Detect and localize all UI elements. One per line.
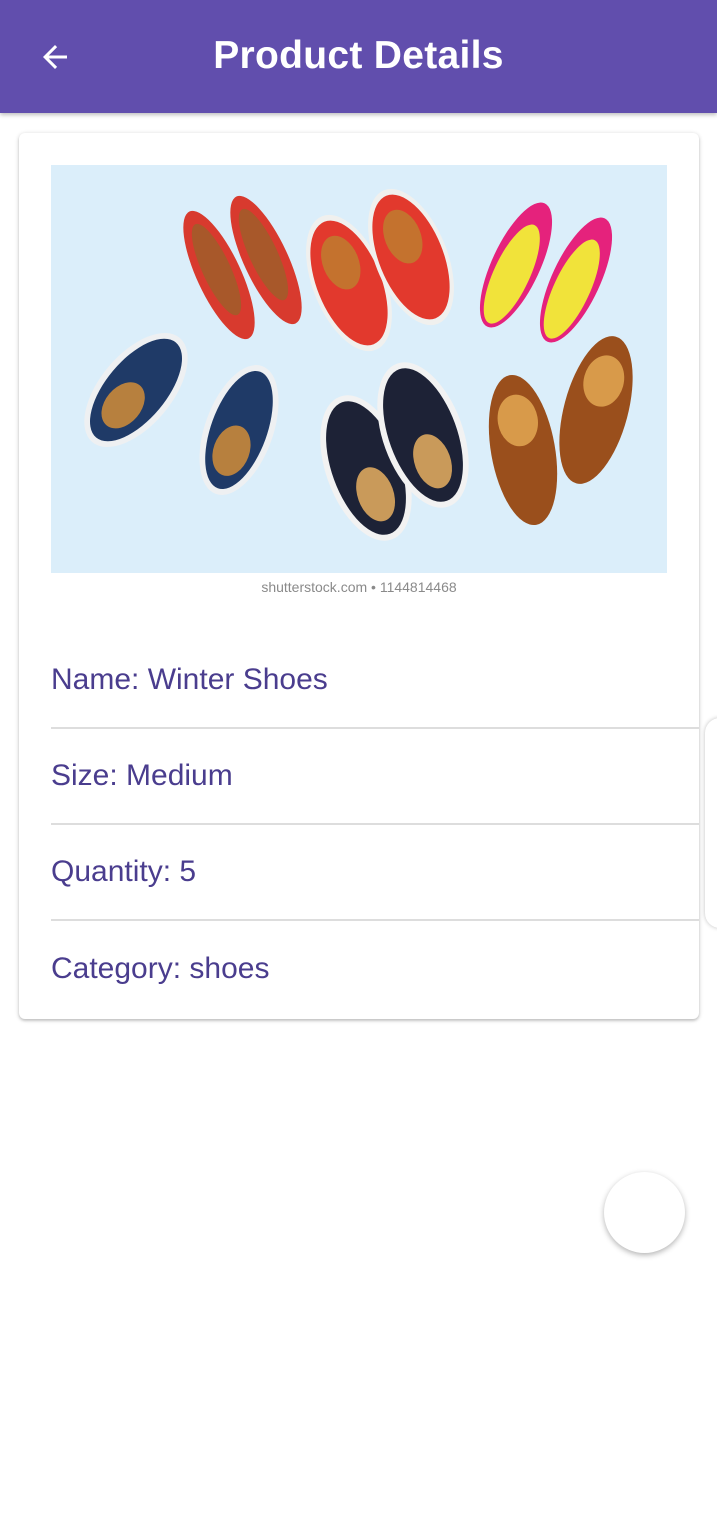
- product-image: shutterstock.com • 1144814468: [51, 165, 667, 603]
- floating-action-button[interactable]: [604, 1172, 685, 1253]
- app-bar: Product Details: [0, 0, 717, 113]
- product-quantity: Quantity: 5: [51, 825, 699, 921]
- product-name: Name: Winter Shoes: [51, 633, 699, 729]
- product-category: Category: shoes: [51, 952, 270, 985]
- edge-panel-handle[interactable]: [705, 718, 717, 928]
- product-card: shutterstock.com • 1144814468 Name: Wint…: [19, 133, 699, 1019]
- page-title: Product Details: [213, 34, 504, 77]
- product-size: Size: Medium: [51, 729, 699, 825]
- image-caption: shutterstock.com • 1144814468: [261, 579, 457, 595]
